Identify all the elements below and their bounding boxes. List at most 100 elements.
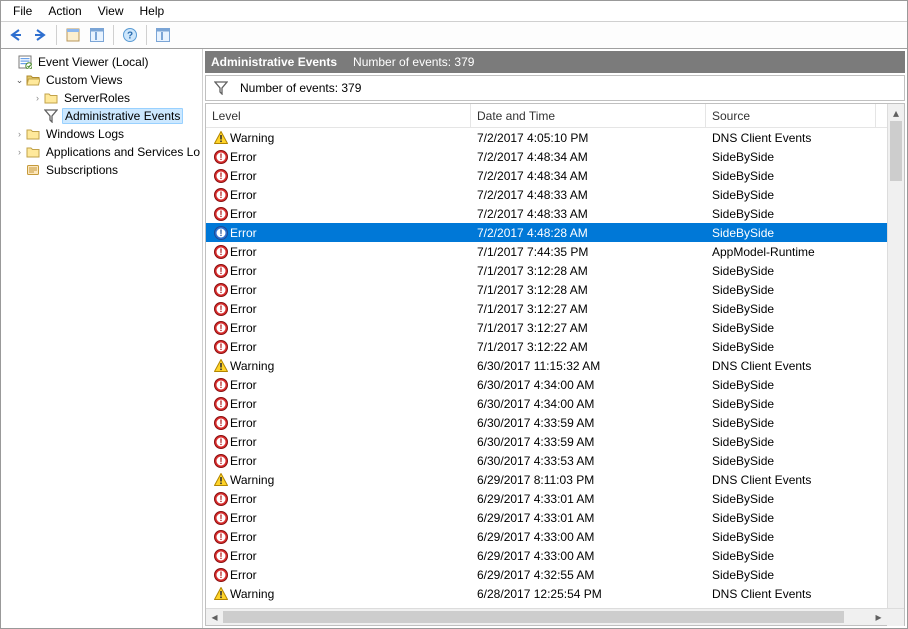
filter-icon[interactable]	[214, 81, 228, 95]
event-row[interactable]: Error7/1/2017 3:12:27 AMSideBySide	[206, 318, 904, 337]
warning-icon	[212, 587, 230, 601]
level-text: Error	[230, 283, 257, 297]
cell-source: SideBySide	[706, 150, 904, 164]
tree-windows-logs[interactable]: › Windows Logs	[1, 125, 202, 143]
column-date[interactable]: Date and Time	[471, 104, 706, 127]
error-icon	[212, 511, 230, 525]
toolbar	[1, 21, 907, 49]
cell-level: Warning	[206, 587, 471, 601]
error-icon	[212, 397, 230, 411]
column-level[interactable]: Level	[206, 104, 471, 127]
event-row[interactable]: Error7/2/2017 4:48:33 AMSideBySide	[206, 204, 904, 223]
vertical-scrollbar[interactable]: ▴ ▾	[887, 104, 904, 625]
event-row[interactable]: Error7/1/2017 3:12:22 AMSideBySide	[206, 337, 904, 356]
event-row[interactable]: Error7/2/2017 4:48:28 AMSideBySide	[206, 223, 904, 242]
scroll-track[interactable]	[223, 611, 870, 623]
scroll-track[interactable]	[888, 121, 904, 608]
level-text: Warning	[230, 131, 274, 145]
event-row[interactable]: Warning7/2/2017 4:05:10 PMDNS Client Eve…	[206, 128, 904, 147]
tree-apps-services[interactable]: › Applications and Services Lo	[1, 143, 202, 161]
help-button[interactable]	[119, 24, 141, 46]
event-row[interactable]: Error6/29/2017 4:33:00 AMSideBySide	[206, 527, 904, 546]
subscriptions-icon	[26, 163, 44, 177]
event-row[interactable]: Error7/1/2017 3:12:27 AMSideBySide	[206, 299, 904, 318]
twisty-closed-icon: ›	[13, 147, 26, 157]
cell-date: 6/30/2017 11:15:32 AM	[471, 359, 706, 373]
event-row[interactable]: Error7/1/2017 3:12:28 AMSideBySide	[206, 261, 904, 280]
menu-action[interactable]: Action	[40, 2, 89, 20]
cell-source: SideBySide	[706, 321, 904, 335]
error-icon	[212, 340, 230, 354]
event-row[interactable]: Error6/30/2017 4:34:00 AMSideBySide	[206, 394, 904, 413]
cell-level: Error	[206, 226, 471, 240]
cell-level: Error	[206, 492, 471, 506]
filter-count-label: Number of events: 379	[240, 81, 361, 95]
cell-level: Error	[206, 340, 471, 354]
event-row[interactable]: Error6/30/2017 4:33:59 AMSideBySide	[206, 432, 904, 451]
properties-button[interactable]	[86, 24, 108, 46]
error-icon	[212, 302, 230, 316]
event-rows: Warning7/2/2017 4:05:10 PMDNS Client Eve…	[206, 128, 904, 608]
cell-source: SideBySide	[706, 188, 904, 202]
filter-icon	[44, 109, 62, 123]
tree-root[interactable]: Event Viewer (Local)	[1, 53, 202, 71]
tree-server-roles[interactable]: › ServerRoles	[1, 89, 202, 107]
event-row[interactable]: Warning6/29/2017 8:11:03 PMDNS Client Ev…	[206, 470, 904, 489]
nav-back-button[interactable]	[5, 24, 27, 46]
menu-file[interactable]: File	[5, 2, 40, 20]
cell-date: 6/30/2017 4:34:00 AM	[471, 397, 706, 411]
cell-date: 6/28/2017 12:25:54 PM	[471, 587, 706, 601]
cell-date: 7/1/2017 3:12:28 AM	[471, 264, 706, 278]
show-hide-tree-button[interactable]	[62, 24, 84, 46]
cell-level: Error	[206, 549, 471, 563]
scroll-left-button[interactable]: ◂	[206, 609, 223, 626]
scroll-thumb[interactable]	[890, 121, 902, 181]
event-row[interactable]: Error7/1/2017 7:44:35 PMAppModel-Runtime	[206, 242, 904, 261]
column-source[interactable]: Source	[706, 104, 876, 127]
cell-level: Error	[206, 397, 471, 411]
scroll-thumb[interactable]	[223, 611, 844, 623]
tree-subscriptions[interactable]: Subscriptions	[1, 161, 202, 179]
event-row[interactable]: Error6/29/2017 4:33:01 AMSideBySide	[206, 508, 904, 527]
event-row[interactable]: Error6/30/2017 4:33:53 AMSideBySide	[206, 451, 904, 470]
event-row[interactable]: Error7/2/2017 4:48:34 AMSideBySide	[206, 166, 904, 185]
cell-date: 6/29/2017 8:11:03 PM	[471, 473, 706, 487]
cell-level: Error	[206, 511, 471, 525]
event-viewer-window: File Action View Help Event Viewer (Loca…	[0, 0, 908, 629]
cell-source: SideBySide	[706, 264, 904, 278]
event-row[interactable]: Error6/29/2017 4:33:00 AMSideBySide	[206, 546, 904, 565]
cell-date: 6/29/2017 4:33:01 AM	[471, 511, 706, 525]
horizontal-scrollbar[interactable]: ◂ ▸	[206, 608, 904, 625]
cell-source: SideBySide	[706, 511, 904, 525]
cell-date: 7/2/2017 4:48:33 AM	[471, 188, 706, 202]
level-text: Error	[230, 321, 257, 335]
folder-icon	[26, 127, 44, 141]
event-row[interactable]: Error6/30/2017 4:33:59 AMSideBySide	[206, 413, 904, 432]
event-row[interactable]: Error7/1/2017 3:12:28 AMSideBySide	[206, 280, 904, 299]
event-row[interactable]: Error7/2/2017 4:48:34 AMSideBySide	[206, 147, 904, 166]
tree-administrative-events[interactable]: Administrative Events	[1, 107, 202, 125]
event-row[interactable]: Error6/30/2017 4:34:00 AMSideBySide	[206, 375, 904, 394]
event-row[interactable]: Error7/2/2017 4:48:33 AMSideBySide	[206, 185, 904, 204]
event-row[interactable]: Error6/29/2017 4:32:55 AMSideBySide	[206, 565, 904, 584]
cell-level: Error	[206, 416, 471, 430]
tree-custom-views[interactable]: ⌄ Custom Views	[1, 71, 202, 89]
level-text: Error	[230, 340, 257, 354]
warning-icon	[212, 473, 230, 487]
cell-date: 6/29/2017 4:33:00 AM	[471, 549, 706, 563]
cell-date: 7/1/2017 3:12:27 AM	[471, 302, 706, 316]
event-list: Level Date and Time Source Warning7/2/20…	[205, 103, 905, 626]
nav-forward-button[interactable]	[29, 24, 51, 46]
cell-date: 6/29/2017 4:33:01 AM	[471, 492, 706, 506]
scroll-up-button[interactable]: ▴	[888, 104, 904, 121]
event-row[interactable]: Error6/29/2017 4:33:01 AMSideBySide	[206, 489, 904, 508]
event-row[interactable]: Warning6/30/2017 11:15:32 AMDNS Client E…	[206, 356, 904, 375]
error-icon	[212, 530, 230, 544]
folder-icon	[44, 91, 62, 105]
menu-help[interactable]: Help	[132, 2, 173, 20]
extra-button[interactable]	[152, 24, 174, 46]
event-row[interactable]: Warning6/28/2017 12:25:54 PMDNS Client E…	[206, 584, 904, 603]
cell-level: Error	[206, 378, 471, 392]
scroll-right-button[interactable]: ▸	[870, 609, 887, 626]
menu-view[interactable]: View	[90, 2, 132, 20]
